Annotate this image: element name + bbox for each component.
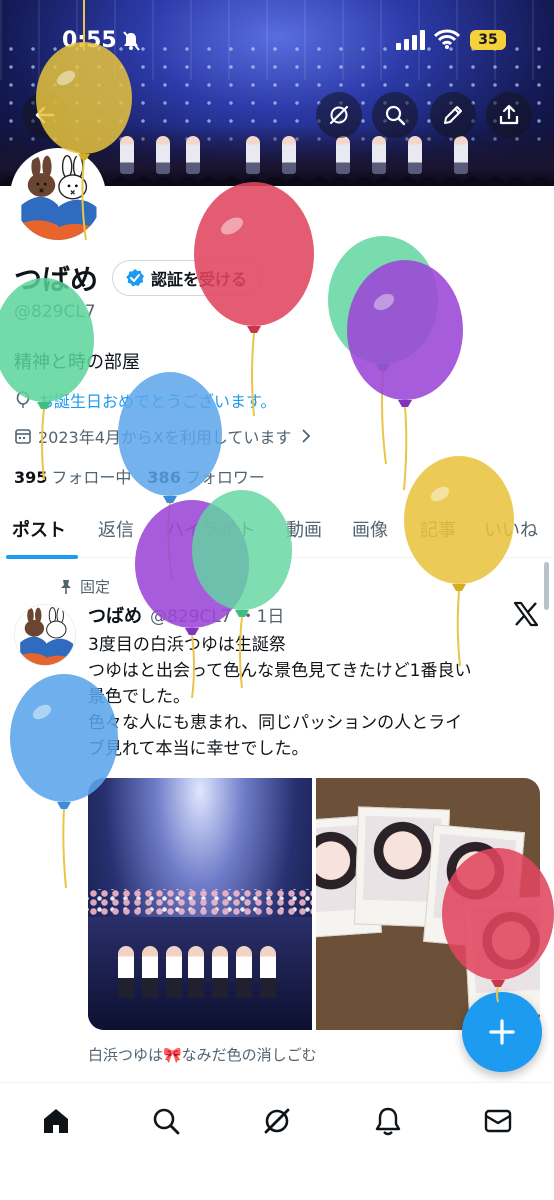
miffy-avatar-image bbox=[15, 605, 75, 665]
tab-images[interactable]: 画像 bbox=[352, 516, 388, 542]
tab-videos[interactable]: 動画 bbox=[286, 516, 322, 542]
home-icon bbox=[44, 1109, 68, 1133]
birthday-text[interactable]: お誕生日おめでとうございます。 bbox=[38, 388, 276, 412]
image-idol bbox=[260, 946, 276, 998]
plus-icon bbox=[489, 1019, 515, 1045]
grok-icon bbox=[329, 105, 349, 125]
profile-avatar[interactable] bbox=[10, 148, 106, 244]
birthday-row: お誕生日おめでとうございます。 bbox=[14, 388, 276, 412]
scrollbar[interactable] bbox=[544, 562, 549, 610]
joined-text: 2023年4月からXを利用しています bbox=[38, 428, 292, 447]
edit-button[interactable] bbox=[430, 92, 476, 138]
image-idol bbox=[118, 946, 134, 998]
image-idol bbox=[212, 946, 228, 998]
post-media bbox=[88, 778, 540, 1030]
post-time[interactable]: ・1日 bbox=[240, 602, 285, 627]
x-logo-icon[interactable] bbox=[512, 600, 540, 628]
wifi-icon bbox=[434, 29, 460, 49]
post-text: 3度目の白浜つゆは生誕祭 つゆはと出会って色んな景色見てきたけど1番良い 景色で… bbox=[88, 632, 540, 762]
balloon-decoration bbox=[194, 182, 314, 420]
nav-search[interactable] bbox=[146, 1101, 186, 1141]
tab-likes[interactable]: いいね bbox=[484, 516, 538, 542]
nav-home[interactable] bbox=[36, 1101, 76, 1141]
tab-articles[interactable]: 記事 bbox=[420, 516, 456, 542]
back-button[interactable] bbox=[22, 92, 68, 138]
post-text-line: ブ見れて本当に幸せでした。 bbox=[88, 739, 309, 759]
followers-count: 386 bbox=[147, 468, 181, 487]
back-arrow-icon bbox=[35, 106, 55, 124]
chevron-right-icon bbox=[302, 429, 311, 443]
tab-posts[interactable]: ポスト bbox=[12, 516, 66, 542]
share-icon bbox=[499, 104, 519, 125]
nav-messages[interactable] bbox=[478, 1101, 518, 1141]
follow-stats: 395 フォロー中 386 フォロワー bbox=[14, 464, 265, 488]
bottom-navigation bbox=[0, 1082, 554, 1200]
post-author-name[interactable]: つばめ bbox=[88, 602, 142, 628]
post-author-avatar[interactable] bbox=[14, 604, 76, 666]
media-caption: 白浜つゆは🎀なみだ色の消しごむ bbox=[88, 1046, 317, 1064]
tab-highlights[interactable]: ハイライト bbox=[166, 516, 256, 542]
pencil-icon bbox=[444, 106, 462, 124]
share-button[interactable] bbox=[486, 92, 532, 138]
get-verified-button[interactable]: 認証を受ける bbox=[112, 260, 263, 296]
status-time: 0:55 bbox=[62, 28, 117, 53]
active-tab-indicator bbox=[6, 555, 78, 559]
followers-label: フォロワー bbox=[184, 468, 265, 487]
verified-badge-icon bbox=[126, 269, 144, 287]
miffy-avatar-image bbox=[14, 152, 102, 240]
mail-icon bbox=[484, 1109, 512, 1133]
bell-icon bbox=[375, 1107, 401, 1136]
joined-row[interactable]: 2023年4月からXを利用しています bbox=[14, 424, 315, 448]
battery-indicator: 35 bbox=[470, 30, 506, 50]
get-verified-label: 認証を受ける bbox=[151, 270, 248, 289]
post-text-line: 景色でした。 bbox=[88, 687, 190, 707]
nav-notifications[interactable] bbox=[368, 1101, 408, 1141]
followers-link[interactable]: 386 フォロワー bbox=[147, 464, 264, 488]
cellular-signal-icon bbox=[396, 30, 425, 50]
image-idol bbox=[142, 946, 158, 998]
silent-bell-icon bbox=[123, 31, 140, 51]
compose-button[interactable] bbox=[462, 992, 542, 1072]
image-idol bbox=[188, 946, 204, 998]
profile-name: つばめ bbox=[14, 263, 99, 296]
post-author-handle[interactable]: @829CL7 bbox=[150, 607, 232, 627]
following-label: フォロー中 bbox=[51, 468, 132, 487]
post-text-line: 3度目の白浜つゆは生誕祭 bbox=[88, 635, 286, 655]
balloon-decoration bbox=[346, 260, 464, 498]
pinned-label-row: 固定 bbox=[58, 576, 110, 597]
grok-icon bbox=[264, 1108, 290, 1134]
post-text-line: つゆはと出会って色んな景色見てきたけど1番良い bbox=[88, 661, 472, 681]
balloon-icon bbox=[16, 391, 30, 408]
post-image-concert[interactable] bbox=[88, 778, 312, 1030]
balloon-decoration bbox=[328, 236, 438, 472]
image-idol bbox=[236, 946, 252, 998]
following-count: 395 bbox=[14, 468, 48, 487]
following-link[interactable]: 395 フォロー中 bbox=[14, 464, 131, 488]
search-button[interactable] bbox=[372, 92, 418, 138]
grok-button[interactable] bbox=[316, 92, 362, 138]
image-idol bbox=[166, 946, 182, 998]
tab-replies[interactable]: 返信 bbox=[98, 516, 134, 542]
status-bar: 0:55 35 bbox=[0, 26, 554, 60]
profile-handle: @829CL7 bbox=[14, 302, 96, 322]
search-icon bbox=[153, 1108, 180, 1135]
nav-grok[interactable] bbox=[257, 1101, 297, 1141]
search-icon bbox=[385, 105, 406, 126]
pin-icon bbox=[61, 579, 71, 594]
pinned-label: 固定 bbox=[80, 578, 111, 596]
profile-bio: 精神と時の部屋 bbox=[14, 352, 140, 373]
calendar-icon bbox=[15, 429, 31, 444]
profile-tabs: ポスト 返信 ハイライト 動画 画像 記事 いいね bbox=[0, 506, 554, 559]
post-text-line: 色々な人にも恵まれ、同じパッションの人とライ bbox=[88, 713, 463, 733]
post-header: つばめ @829CL7 ・1日 bbox=[88, 602, 284, 628]
